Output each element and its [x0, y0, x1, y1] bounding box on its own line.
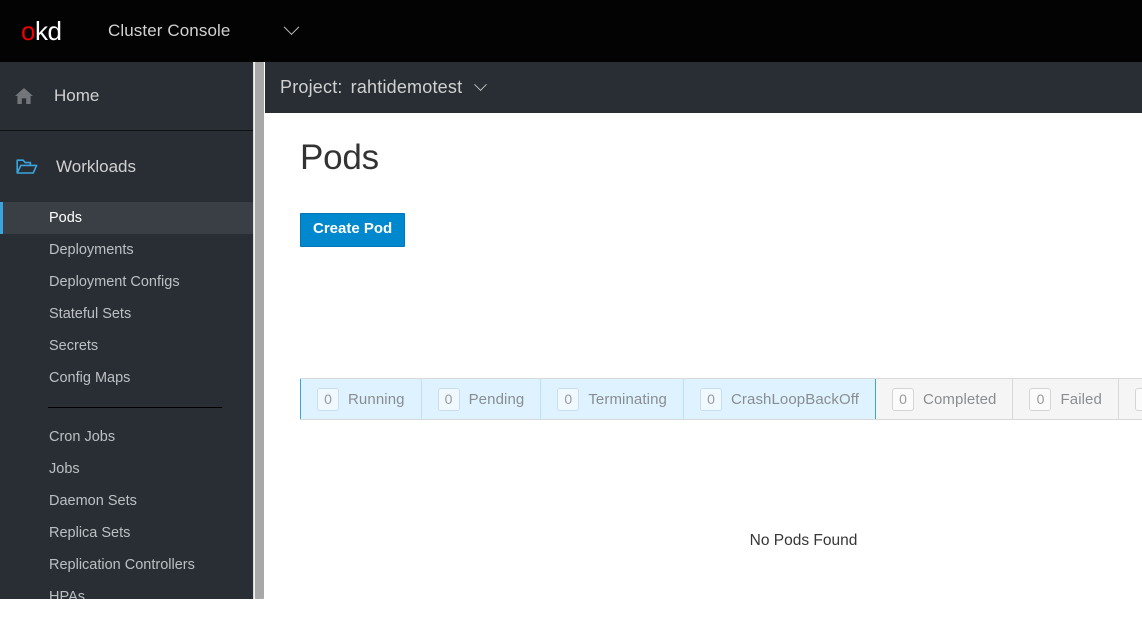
status-filter-crashloopbackoff[interactable]: 0 CrashLoopBackOff: [683, 379, 876, 419]
project-bar: Project: rahtidemotest: [265, 62, 1142, 113]
status-filter-pending[interactable]: 0 Pending: [421, 379, 542, 419]
status-filter-failed-count: 0: [1029, 387, 1052, 411]
sidebar-item-home[interactable]: Home: [0, 62, 253, 131]
status-filter-terminating-label: Terminating: [588, 390, 667, 408]
sidebar-item-deployments[interactable]: Deployments: [0, 234, 253, 266]
status-filter-pending-label: Pending: [468, 390, 525, 408]
folder-open-icon: [16, 158, 46, 176]
sidebar-item-jobs[interactable]: Jobs: [0, 453, 253, 485]
status-filter-running[interactable]: 0 Running: [301, 379, 422, 419]
empty-state-message: No Pods Found: [749, 532, 858, 549]
chevron-down-icon[interactable]: [474, 78, 488, 92]
home-icon: [14, 87, 44, 105]
status-filter-selected-group: 0 Running 0 Pending 0 Terminating 0 Cras…: [300, 379, 877, 419]
sidebar-section-workloads[interactable]: Workloads: [0, 131, 253, 202]
sidebar-item-secrets[interactable]: Secrets: [0, 330, 253, 362]
sidebar-item-replication-controllers[interactable]: Replication Controllers: [0, 549, 253, 581]
sidebar-scrollbar[interactable]: [253, 62, 264, 599]
sidebar-item-stateful-sets[interactable]: Stateful Sets: [0, 298, 253, 330]
sidebar-item-hpas[interactable]: HPAs: [0, 581, 253, 599]
status-filter-overflow-count: 0: [1134, 387, 1142, 411]
status-filter-completed[interactable]: 0 Completed: [876, 379, 1014, 419]
sidebar-item-cron-jobs[interactable]: Cron Jobs: [0, 421, 253, 453]
status-filter-overflow[interactable]: 0: [1119, 379, 1142, 419]
status-filter-running-label: Running: [348, 390, 405, 408]
sidebar-item-pods-label: Pods: [49, 210, 83, 226]
sidebar-item-jobs-label: Jobs: [49, 461, 80, 477]
status-filter-crashloopbackoff-count: 0: [699, 387, 722, 411]
sidebar-scrollbar-thumb[interactable]: [255, 62, 264, 599]
sidebar-item-deployments-label: Deployments: [49, 242, 134, 258]
status-filter-terminating[interactable]: 0 Terminating: [541, 379, 684, 419]
sidebar: Home Workloads Pods Deployments Deployme…: [0, 62, 253, 599]
chevron-down-icon: [284, 18, 300, 35]
sidebar-item-home-label: Home: [54, 86, 100, 105]
status-filter-terminating-count: 0: [557, 387, 580, 411]
sidebar-item-replica-sets[interactable]: Replica Sets: [0, 517, 253, 549]
status-filter-completed-label: Completed: [923, 390, 997, 408]
sidebar-item-pods[interactable]: Pods: [0, 202, 253, 234]
create-pod-button[interactable]: Create Pod: [300, 213, 406, 247]
logo-text: okd: [21, 16, 62, 46]
status-filter-crashloopbackoff-label: CrashLoopBackOff: [730, 390, 860, 408]
logo-kd: kd: [34, 16, 62, 46]
sidebar-item-deployment-configs-label: Deployment Configs: [49, 274, 180, 290]
sidebar-divider: [48, 407, 222, 408]
sidebar-item-daemon-sets-label: Daemon Sets: [49, 493, 137, 509]
logo-o: o: [21, 16, 35, 46]
main-content: Project: rahtidemotest Pods Create Pod 0…: [265, 62, 1142, 599]
status-filter-failed-label: Failed: [1060, 390, 1102, 408]
sidebar-item-replication-controllers-label: Replication Controllers: [49, 557, 195, 573]
sidebar-item-secrets-label: Secrets: [49, 338, 99, 354]
sidebar-item-replica-sets-label: Replica Sets: [49, 525, 131, 541]
status-filter-running-count: 0: [317, 387, 339, 411]
page-title: Pods: [300, 138, 379, 177]
status-filter-completed-count: 0: [892, 387, 915, 411]
sidebar-section-workloads-label: Workloads: [56, 156, 136, 176]
sidebar-item-daemon-sets[interactable]: Daemon Sets: [0, 485, 253, 517]
status-filter-failed[interactable]: 0 Failed: [1013, 379, 1119, 419]
page-content: Pods Create Pod 0 Running 0 Pending 0 Te…: [265, 138, 1142, 624]
sidebar-item-stateful-sets-label: Stateful Sets: [49, 306, 132, 322]
masthead: okd Cluster Console: [0, 0, 1142, 62]
sidebar-item-config-maps[interactable]: Config Maps: [0, 362, 253, 394]
sidebar-item-hpas-label: HPAs: [49, 589, 85, 599]
okd-logo[interactable]: okd: [0, 18, 85, 44]
project-name[interactable]: rahtidemotest: [351, 77, 463, 98]
sidebar-item-config-maps-label: Config Maps: [49, 370, 131, 386]
console-switcher[interactable]: Cluster Console: [100, 0, 305, 62]
console-switcher-label: Cluster Console: [108, 21, 231, 40]
status-filter-pending-count: 0: [437, 387, 460, 411]
status-filter-bar: 0 Running 0 Pending 0 Terminating 0 Cras…: [300, 378, 1142, 420]
project-label: Project:: [280, 77, 343, 97]
sidebar-item-cron-jobs-label: Cron Jobs: [49, 429, 116, 445]
sidebar-item-deployment-configs[interactable]: Deployment Configs: [0, 266, 253, 298]
